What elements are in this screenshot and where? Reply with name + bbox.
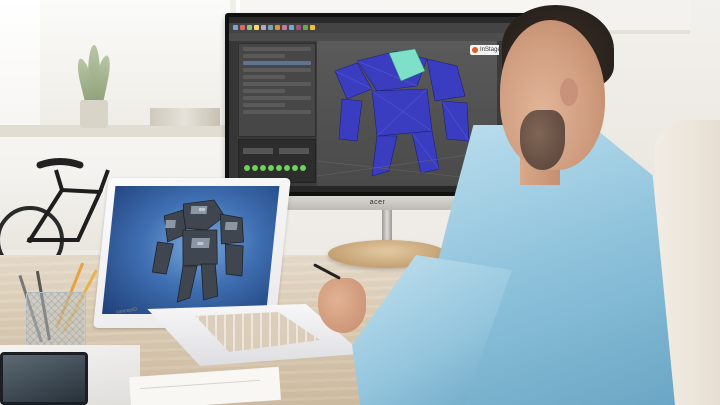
toolbar-icon xyxy=(303,25,308,30)
toolbar-icon xyxy=(310,25,315,30)
app-shelf xyxy=(229,33,526,41)
panel-row xyxy=(243,96,311,100)
laptop-screen xyxy=(102,186,280,314)
lamp-shade xyxy=(600,0,690,34)
panel-row xyxy=(243,61,311,65)
toolbar-icon xyxy=(296,25,301,30)
app-logo-icon xyxy=(472,47,478,53)
panel-row xyxy=(243,68,311,72)
panel-row xyxy=(243,103,285,107)
toolbar-icon xyxy=(268,25,273,30)
toolbar-icon xyxy=(233,25,238,30)
toolbar-icon xyxy=(282,25,287,30)
toolbar-icon xyxy=(261,25,266,30)
plant-pot xyxy=(80,100,108,128)
toolbar-icon xyxy=(275,25,280,30)
panel-row xyxy=(243,75,285,79)
panel-row xyxy=(243,47,311,51)
app-toolbar xyxy=(229,23,526,33)
person-beard xyxy=(520,110,565,170)
photo-scene: InStager acer conceptD xyxy=(0,0,720,405)
panel-row xyxy=(243,110,311,114)
panel-row xyxy=(243,54,285,58)
node-editor xyxy=(238,139,316,183)
toolbar-icon xyxy=(289,25,294,30)
toolbar-icon xyxy=(240,25,245,30)
toolbar-icon xyxy=(254,25,259,30)
tablet-device xyxy=(0,352,88,405)
attribute-panel xyxy=(238,43,316,137)
person-ear xyxy=(560,78,578,106)
panel-row xyxy=(243,82,311,86)
panel-row xyxy=(243,89,285,93)
toolbar-icon xyxy=(247,25,252,30)
robot-render xyxy=(151,199,244,303)
books xyxy=(150,108,220,126)
person-hand xyxy=(318,278,366,333)
app-tool-column xyxy=(229,41,237,186)
